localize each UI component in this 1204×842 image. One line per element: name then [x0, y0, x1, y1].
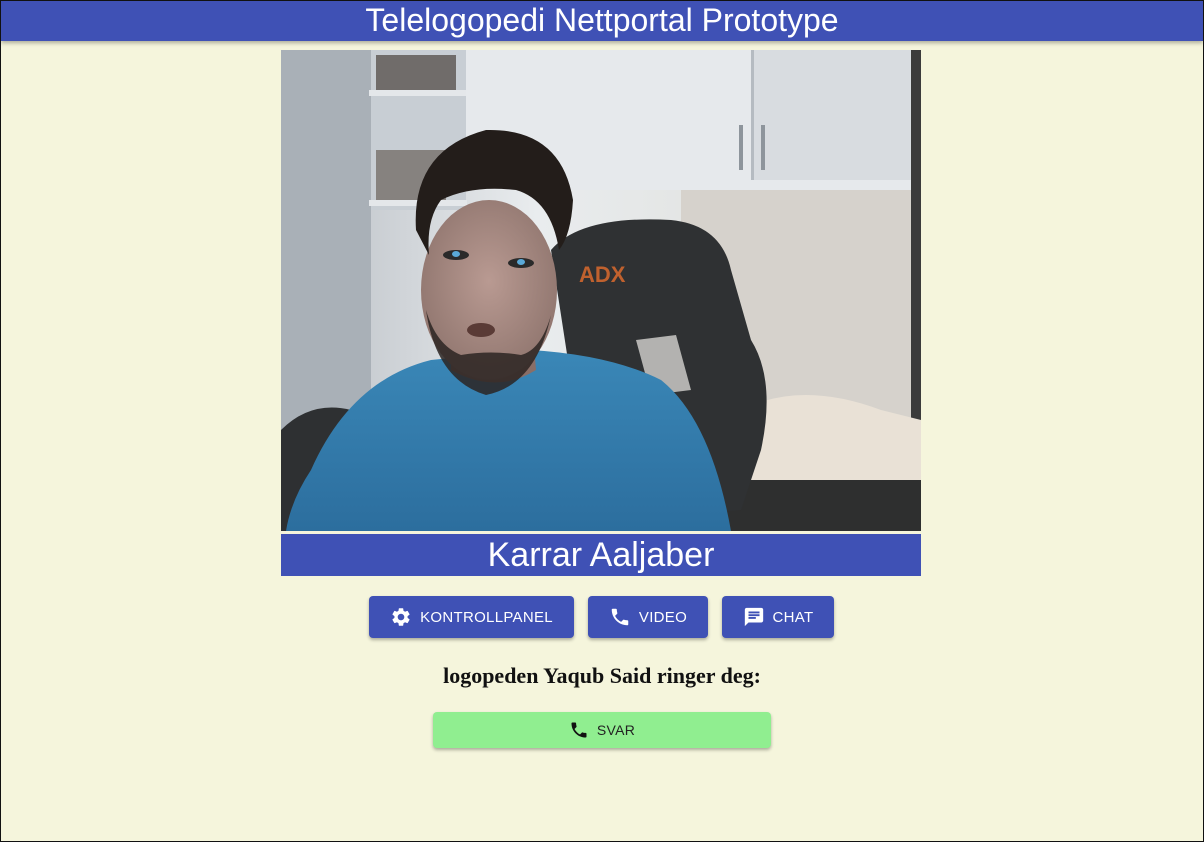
page-title: Telelogopedi Nettportal Prototype: [365, 2, 839, 38]
chat-icon: [743, 606, 765, 628]
gear-icon: [390, 606, 412, 628]
participant-name: Karrar Aaljaber: [487, 536, 715, 574]
chat-button[interactable]: CHAT: [722, 596, 834, 638]
control-panel-button[interactable]: KONTROLLPANEL: [369, 596, 574, 638]
control-panel-label: KONTROLLPANEL: [420, 608, 553, 626]
video-button[interactable]: VIDEO: [588, 596, 708, 638]
incoming-call-message: logopeden Yaqub Said ringer deg:: [443, 663, 761, 688]
phone-icon: [609, 606, 631, 628]
participant-name-bar: Karrar Aaljaber: [281, 534, 921, 576]
phone-icon: [569, 720, 589, 740]
answer-call-button[interactable]: SVAR: [433, 712, 771, 748]
video-label: VIDEO: [638, 608, 688, 626]
app-header: Telelogopedi Nettportal Prototype: [1, 1, 1203, 41]
video-feed: ADX: [281, 50, 921, 531]
webcam-image: ADX: [281, 50, 921, 531]
answer-label: SVAR: [596, 722, 636, 738]
chair-logo: ADX: [579, 262, 626, 287]
app-window: Telelogopedi Nettportal Prototype ADX Ka…: [0, 0, 1204, 842]
chat-label: CHAT: [772, 608, 814, 626]
